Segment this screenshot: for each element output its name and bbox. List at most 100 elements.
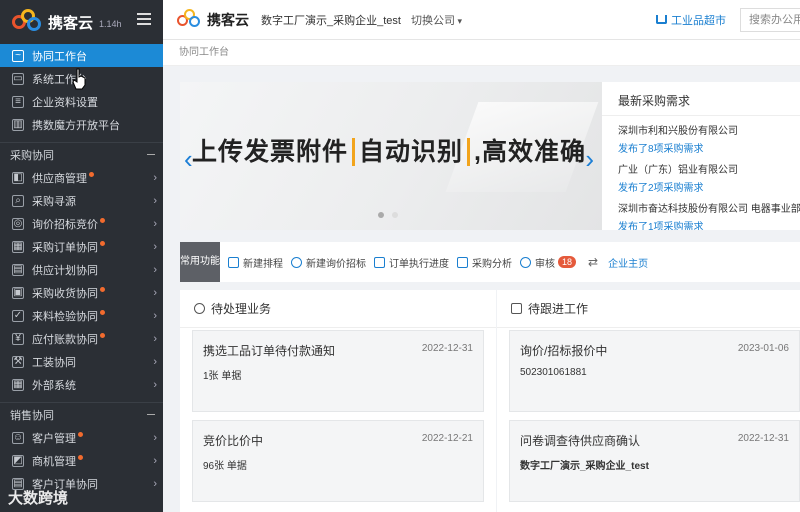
brand-logo-icon [177, 8, 203, 31]
pending-header: 待处理业务 [180, 290, 496, 328]
sidebar-item-opportunity[interactable]: ◩ 商机管理 › [0, 449, 163, 472]
megaphone-icon [520, 256, 531, 268]
grid-icon: ▦ [12, 378, 24, 391]
chevron-right-icon: › [153, 240, 157, 253]
quick-review[interactable]: 审核 18 [520, 255, 577, 270]
chevron-right-icon: › [153, 194, 157, 207]
sidebar-logo-area: 携客云 1.14h [0, 0, 163, 44]
notification-dot [100, 287, 105, 292]
swap-icon[interactable]: ⇄ [588, 255, 598, 269]
switch-company-dropdown[interactable]: 切换公司 [411, 12, 462, 28]
notification-dot [100, 241, 105, 246]
sourcing-icon: ⌕ [12, 194, 24, 207]
clock-icon [194, 303, 205, 314]
chevron-right-icon: › [153, 477, 157, 490]
chevron-right-icon: › [153, 263, 157, 276]
chevron-right-icon: › [153, 454, 157, 467]
monitor-icon: ▭ [12, 72, 24, 85]
pending-card[interactable]: 携选工品订单待付款通知 2022-12-31 1张 单据 [192, 330, 484, 412]
notification-dot [89, 172, 94, 177]
chevron-right-icon: › [153, 286, 157, 299]
search-input[interactable]: 搜索办公用品 [740, 8, 800, 32]
calendar-icon [228, 256, 239, 268]
list-icon [374, 256, 385, 268]
top-brand: 携客云 [207, 11, 249, 28]
quick-purchase-analysis[interactable]: 采购分析 [457, 255, 512, 270]
supplier-icon: ◧ [12, 171, 24, 184]
company-homepage-link[interactable]: 企业主页 [608, 255, 648, 270]
chevron-right-icon: › [153, 378, 157, 391]
pending-business-panel: 待处理业务 携选工品订单待付款通知 2022-12-31 1张 单据 竞价比价中… [180, 290, 496, 512]
sidebar-brand: 携客云 [48, 14, 94, 32]
chevron-right-icon: › [153, 431, 157, 444]
sidebar-item-supplier-mgmt[interactable]: ◧ 供应商管理 › [0, 166, 163, 189]
sidebar-item-payables[interactable]: ¥ 应付账款协同 › [0, 327, 163, 350]
chart-line-icon: ~ [12, 49, 24, 62]
hamburger-menu-icon[interactable] [137, 13, 151, 25]
hand-cursor-icon [72, 68, 86, 90]
followup-card[interactable]: 问卷调查待供应商确认 2022-12-31 数字工厂演示_采购企业_test [509, 420, 800, 502]
target-icon [291, 256, 302, 268]
building-icon: ▥ [12, 118, 24, 131]
procurement-link[interactable]: 发布了8项采购需求 [618, 140, 800, 155]
chevron-right-icon: › [153, 309, 157, 322]
target-icon: ◎ [12, 217, 24, 230]
carousel-dots[interactable] [378, 212, 398, 218]
quick-new-rfq[interactable]: 新建询价招标 [291, 255, 366, 270]
top-bar: 携客云 数字工厂演示_采购企业_test 切换公司 工业品超市 搜索办公用品 [163, 0, 800, 40]
sidebar-item-rfq-bidding[interactable]: ◎ 询价招标竞价 › [0, 212, 163, 235]
sidebar: 携客云 1.14h ~ 协同工作台 ▭ 系统工作台 ≡ 企业资料设置 ▥ 携数魔… [0, 0, 163, 512]
notification-dot [100, 218, 105, 223]
section-sales-collab[interactable]: 销售协同 [0, 402, 163, 426]
sidebar-item-sourcing[interactable]: ⌕ 采购寻源 › [0, 189, 163, 212]
sidebar-item-external[interactable]: ▦ 外部系统 › [0, 373, 163, 396]
chevron-right-icon: › [153, 332, 157, 345]
procurement-item: 深圳市奋达科技股份有限公司 电器事业部 发布了1项采购需求 [602, 194, 800, 230]
procurement-link[interactable]: 发布了2项采购需求 [618, 179, 800, 194]
collapse-icon [147, 414, 155, 415]
sidebar-item-customer-mgmt[interactable]: ☺ 客户管理 › [0, 426, 163, 449]
quick-new-schedule[interactable]: 新建排程 [228, 255, 283, 270]
sidebar-item-receiving[interactable]: ▣ 采购收货协同 › [0, 281, 163, 304]
notification-dot [78, 455, 83, 460]
chevron-right-icon: › [153, 355, 157, 368]
chart-icon [457, 256, 468, 268]
followup-card[interactable]: 询价/招标报价中 2023-01-06 502301061881 [509, 330, 800, 412]
user-icon: ☺ [12, 431, 24, 444]
invoice-icon: ¥ [12, 332, 24, 345]
followup-work-panel: 待跟进工作 询价/招标报价中 2023-01-06 502301061881 问… [497, 290, 800, 512]
sidebar-item-open-platform[interactable]: ▥ 携数魔方开放平台 [0, 113, 163, 136]
procurement-item: 深圳市利和兴股份有限公司 发布了8项采购需求 [602, 116, 800, 155]
procurement-link[interactable]: 发布了1项采购需求 [618, 218, 800, 230]
sidebar-item-po-collab[interactable]: ▦ 采购订单协同 › [0, 235, 163, 258]
sidebar-item-tooling[interactable]: ⚒ 工装协同 › [0, 350, 163, 373]
procurement-title: 最新采购需求 [602, 82, 800, 116]
breadcrumb: 协同工作台 [163, 40, 800, 66]
industrial-market-link[interactable]: 工业品超市 [656, 12, 726, 28]
briefcase-icon: ◩ [12, 454, 24, 467]
review-count-badge: 18 [558, 256, 577, 268]
followup-header: 待跟进工作 [497, 290, 800, 328]
list-icon [511, 303, 522, 314]
sidebar-item-supply-plan[interactable]: ▤ 供应计划协同 › [0, 258, 163, 281]
banner-next-arrow-icon[interactable]: › [585, 144, 594, 175]
chevron-right-icon: › [153, 217, 157, 230]
notification-dot [78, 432, 83, 437]
procurement-item: 广业（广东）铝业有限公司 发布了2项采购需求 [602, 155, 800, 194]
notification-dot [100, 333, 105, 338]
sidebar-item-inspection[interactable]: ✓ 来料检验协同 › [0, 304, 163, 327]
section-purchase-collab[interactable]: 采购协同 [0, 142, 163, 166]
calendar-icon: ▦ [12, 240, 24, 253]
quick-actions-bar: 常用功能 新建排程 新建询价招标 订单执行进度 采购分析 审核 18 ⇄ 企业主页 [180, 242, 800, 282]
tool-icon: ⚒ [12, 355, 24, 368]
pending-card[interactable]: 竞价比价中 2022-12-21 96张 单据 [192, 420, 484, 502]
sidebar-item-company-settings[interactable]: ≡ 企业资料设置 [0, 90, 163, 113]
sidebar-item-collab-workbench[interactable]: ~ 协同工作台 [0, 44, 163, 67]
inspect-icon: ✓ [12, 309, 24, 322]
latest-procurement-panel: 最新采购需求 深圳市利和兴股份有限公司 发布了8项采购需求 广业（广东）铝业有限… [602, 82, 800, 230]
quick-order-progress[interactable]: 订单执行进度 [374, 255, 449, 270]
promo-banner[interactable]: 上传发票附件 自动识别 ,高效准确 ‹ › [180, 82, 602, 230]
quick-actions-tag: 常用功能 [180, 242, 220, 282]
banner-prev-arrow-icon[interactable]: ‹ [184, 144, 193, 175]
notification-dot [100, 310, 105, 315]
